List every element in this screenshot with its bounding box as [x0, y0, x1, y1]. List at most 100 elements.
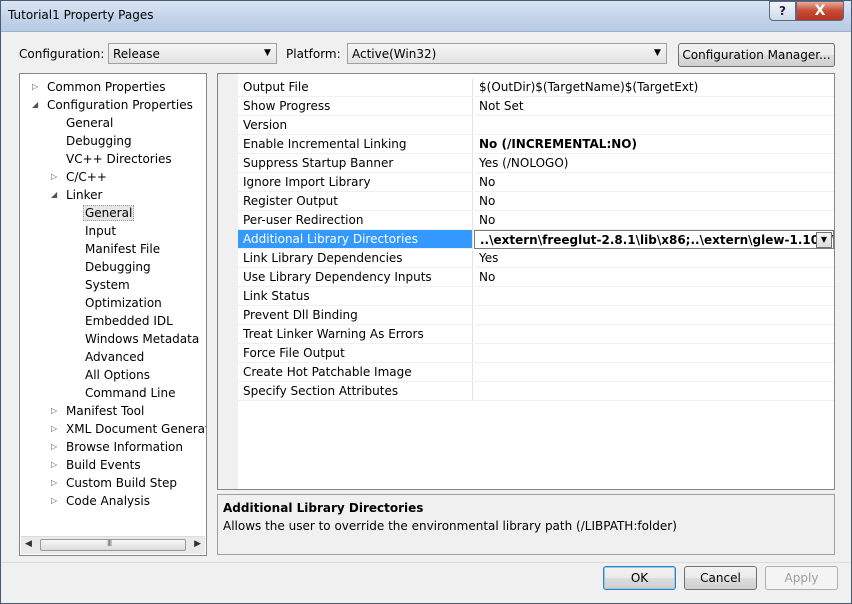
tree-item-linker-input[interactable]: Input: [84, 222, 117, 240]
platform-value: Active(Win32): [352, 47, 437, 61]
property-name: Ignore Import Library: [238, 173, 473, 192]
configuration-dropdown[interactable]: Release ▼: [108, 43, 277, 64]
property-name: Force File Output: [238, 344, 473, 363]
platform-label: Platform:: [286, 47, 341, 61]
description-title: Additional Library Directories: [223, 501, 424, 515]
tree-item-linker-optimization[interactable]: Optimization: [84, 294, 163, 312]
tree-item-debugging[interactable]: Debugging: [65, 132, 133, 150]
property-value[interactable]: [474, 306, 834, 325]
expand-arrow-icon[interactable]: ▷: [51, 438, 61, 456]
tree-item-common-properties[interactable]: ▷ Common Properties: [32, 78, 167, 96]
property-value[interactable]: No (/INCREMENTAL:NO): [474, 135, 834, 154]
tree-item-custom-build-step[interactable]: ▷ Custom Build Step: [51, 474, 178, 492]
expand-arrow-icon[interactable]: ▷: [51, 456, 61, 474]
property-row[interactable]: Use Library Dependency Inputs No: [238, 268, 834, 287]
expand-arrow-icon[interactable]: ▷: [51, 420, 61, 438]
tree-item-linker-advanced[interactable]: Advanced: [84, 348, 145, 366]
tree-item-linker[interactable]: ◢ Linker: [51, 186, 103, 204]
ok-button[interactable]: OK: [603, 566, 676, 590]
tree-item-linker-command-line[interactable]: Command Line: [84, 384, 177, 402]
apply-button[interactable]: Apply: [765, 566, 838, 590]
property-row[interactable]: Link Library Dependencies Yes: [238, 249, 834, 268]
chevron-down-icon: ▼: [264, 48, 271, 58]
help-button[interactable]: ?: [769, 1, 796, 21]
tree-item-general[interactable]: General: [65, 114, 114, 132]
collapse-arrow-icon[interactable]: ◢: [51, 186, 61, 204]
property-value[interactable]: No: [474, 173, 834, 192]
property-value[interactable]: [474, 287, 834, 306]
property-name: Link Status: [238, 287, 473, 306]
property-name: Treat Linker Warning As Errors: [238, 325, 473, 344]
property-row[interactable]: Link Status: [238, 287, 834, 306]
collapse-arrow-icon[interactable]: ◢: [32, 96, 42, 114]
property-row[interactable]: Prevent Dll Binding: [238, 306, 834, 325]
property-value[interactable]: [474, 344, 834, 363]
tree-item-linker-manifest-file[interactable]: Manifest File: [84, 240, 161, 258]
cancel-button[interactable]: Cancel: [684, 566, 757, 590]
property-name: Additional Library Directories: [238, 230, 473, 249]
scroll-left-icon[interactable]: ◀: [25, 539, 32, 549]
property-row-selected[interactable]: Additional Library Directories ..\extern…: [238, 230, 834, 249]
tree-item-manifest-tool[interactable]: ▷ Manifest Tool: [51, 402, 145, 420]
property-row[interactable]: Show Progress Not Set: [238, 97, 834, 116]
configuration-manager-button[interactable]: Configuration Manager...: [678, 43, 835, 67]
property-row[interactable]: Create Hot Patchable Image: [238, 363, 834, 382]
property-row[interactable]: Version: [238, 116, 834, 135]
tree-item-linker-all-options[interactable]: All Options: [84, 366, 151, 384]
scroll-right-icon[interactable]: ▶: [194, 539, 201, 549]
tree-item-linker-embedded-idl[interactable]: Embedded IDL: [84, 312, 174, 330]
property-value[interactable]: [474, 325, 834, 344]
title-bar[interactable]: Tutorial1 Property Pages ? X: [1, 1, 851, 32]
property-row[interactable]: Per-user Redirection No: [238, 211, 834, 230]
tree-item-c-cpp[interactable]: ▷ C/C++: [51, 168, 108, 186]
property-value[interactable]: [474, 116, 834, 135]
property-value[interactable]: $(OutDir)$(TargetName)$(TargetExt): [474, 78, 834, 97]
tree-item-vc-directories[interactable]: VC++ Directories: [65, 150, 173, 168]
property-value[interactable]: No: [474, 211, 834, 230]
scrollbar-thumb[interactable]: [40, 539, 186, 551]
close-button[interactable]: X: [796, 1, 844, 21]
property-row[interactable]: Specify Section Attributes: [238, 382, 834, 401]
property-value[interactable]: [474, 382, 834, 401]
chevron-down-icon[interactable]: ▼: [816, 232, 832, 248]
property-name: Enable Incremental Linking: [238, 135, 473, 154]
tree-item-xml-document-generator[interactable]: ▷ XML Document Generator: [51, 420, 206, 438]
property-value[interactable]: [474, 363, 834, 382]
property-row[interactable]: Force File Output: [238, 344, 834, 363]
property-value-editor[interactable]: ..\extern\freeglut-2.8.1\lib\x86;..\exte…: [474, 230, 834, 249]
property-row[interactable]: Treat Linker Warning As Errors: [238, 325, 834, 344]
tree-horizontal-scrollbar[interactable]: ◀ III ▶: [21, 536, 205, 554]
property-row[interactable]: Register Output No: [238, 192, 834, 211]
expand-arrow-icon[interactable]: ▷: [51, 168, 61, 186]
property-grid: Output File $(OutDir)$(TargetName)$(Targe…: [217, 73, 835, 490]
property-name: Specify Section Attributes: [238, 382, 473, 401]
tree-item-linker-system[interactable]: System: [84, 276, 131, 294]
platform-dropdown[interactable]: Active(Win32) ▼: [347, 43, 667, 64]
property-value[interactable]: Yes: [474, 249, 834, 268]
property-name: Version: [238, 116, 473, 135]
property-value[interactable]: Not Set: [474, 97, 834, 116]
tree-item-code-analysis[interactable]: ▷ Code Analysis: [51, 492, 151, 510]
property-row[interactable]: Output File $(OutDir)$(TargetName)$(Targe…: [238, 78, 834, 97]
expand-arrow-icon[interactable]: ▷: [51, 474, 61, 492]
property-name: Per-user Redirection: [238, 211, 473, 230]
chevron-down-icon: ▼: [654, 48, 661, 58]
property-row[interactable]: Suppress Startup Banner Yes (/NOLOGO): [238, 154, 834, 173]
property-value[interactable]: No: [474, 268, 834, 287]
window-title: Tutorial1 Property Pages: [8, 8, 154, 22]
property-value[interactable]: No: [474, 192, 834, 211]
tree-item-linker-windows-metadata[interactable]: Windows Metadata: [84, 330, 200, 348]
expand-arrow-icon[interactable]: ▷: [51, 402, 61, 420]
property-row[interactable]: Enable Incremental Linking No (/INCREMENT…: [238, 135, 834, 154]
tree-item-linker-general[interactable]: General: [83, 204, 135, 222]
property-row[interactable]: Ignore Import Library No: [238, 173, 834, 192]
tree-item-configuration-properties[interactable]: ◢ Configuration Properties: [32, 96, 194, 114]
tree-item-build-events[interactable]: ▷ Build Events: [51, 456, 142, 474]
expand-arrow-icon[interactable]: ▷: [32, 78, 42, 96]
tree-item-linker-debugging[interactable]: Debugging: [84, 258, 152, 276]
property-value[interactable]: ..\extern\freeglut-2.8.1\lib\x86;..\exte…: [480, 233, 833, 247]
property-name: Suppress Startup Banner: [238, 154, 473, 173]
property-value[interactable]: Yes (/NOLOGO): [474, 154, 834, 173]
expand-arrow-icon[interactable]: ▷: [51, 492, 61, 510]
tree-item-browse-information[interactable]: ▷ Browse Information: [51, 438, 184, 456]
